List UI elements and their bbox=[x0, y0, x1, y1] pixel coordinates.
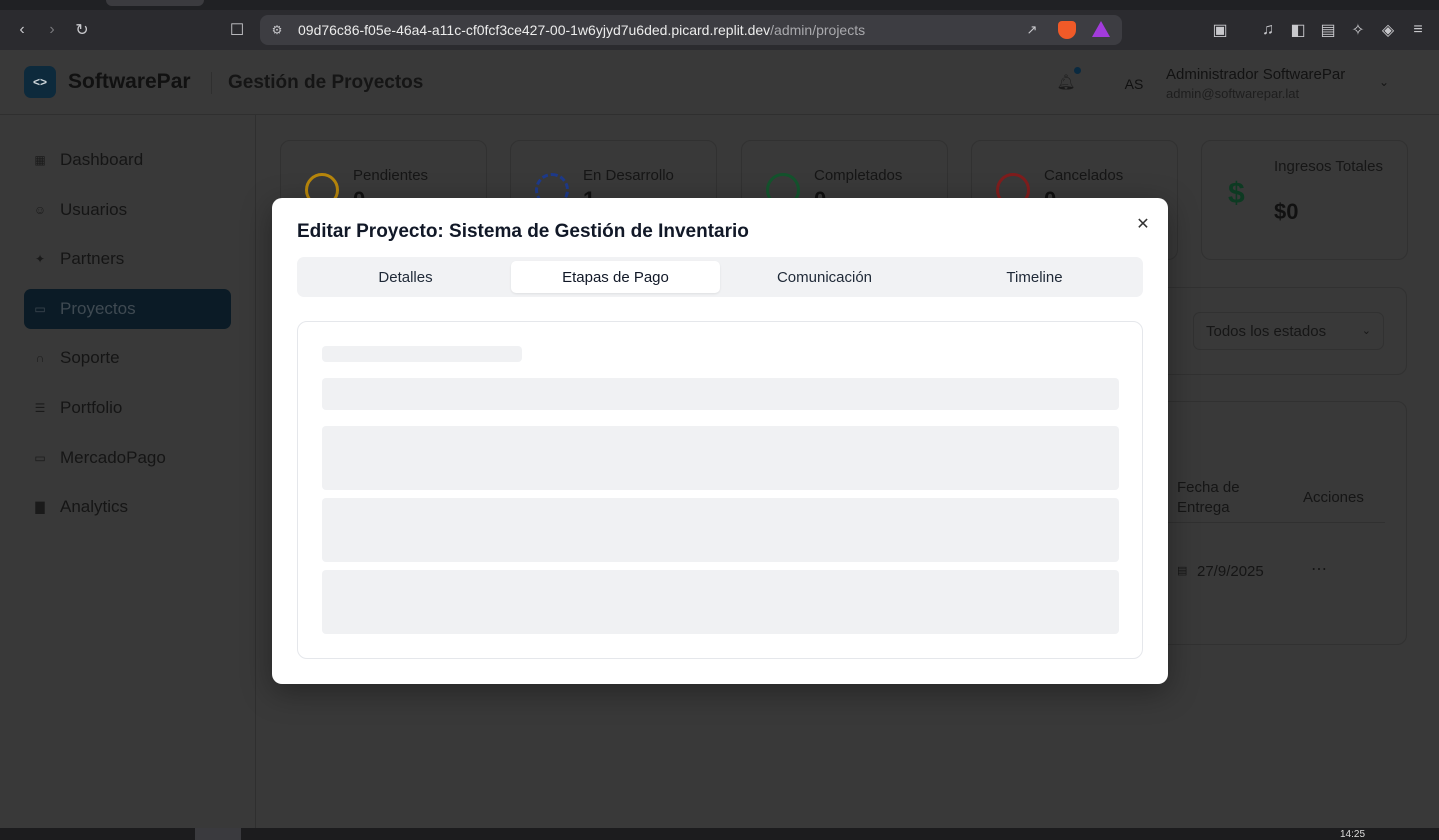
app-header: <> SoftwarePar Gestión de Proyectos 🔔︎ A… bbox=[0, 50, 1439, 115]
credit-card-icon: ▭ bbox=[34, 451, 46, 465]
sidebar-item-proyectos[interactable]: ▭ Proyectos bbox=[24, 289, 231, 329]
skeleton-block bbox=[322, 498, 1119, 562]
sidebar-item-label: Portfolio bbox=[60, 398, 123, 417]
wallet-icon[interactable]: ▤ bbox=[1316, 18, 1340, 42]
dollar-icon: $ bbox=[1228, 177, 1245, 210]
page-title: Gestión de Proyectos bbox=[228, 72, 424, 93]
sidebar-item-analytics[interactable]: ▇ Analytics bbox=[24, 487, 231, 527]
bookmark-icon[interactable]: ☐ bbox=[225, 18, 249, 42]
sidebar-icon[interactable]: ◧ bbox=[1286, 18, 1310, 42]
header-divider bbox=[211, 72, 212, 94]
skeleton-block bbox=[322, 570, 1119, 634]
notification-dot bbox=[1074, 67, 1081, 74]
vpn-icon[interactable]: ◈ bbox=[1376, 18, 1400, 42]
dialog-title: Editar Proyecto: Sistema de Gestión de I… bbox=[297, 221, 749, 242]
media-icon[interactable]: ♫ bbox=[1256, 18, 1280, 42]
sidebar-item-usuarios[interactable]: ☺ Usuarios bbox=[24, 190, 231, 230]
chevron-down-icon: ⌄ bbox=[1361, 325, 1371, 337]
browser-taskbar-icon[interactable] bbox=[195, 828, 241, 840]
payment-stages-panel bbox=[297, 321, 1143, 659]
skeleton-title bbox=[322, 346, 522, 362]
close-icon[interactable]: ✕ bbox=[1134, 215, 1152, 233]
reload-icon[interactable]: ↻ bbox=[70, 18, 94, 42]
back-icon[interactable]: ‹ bbox=[10, 18, 34, 42]
logo-icon[interactable]: <> bbox=[24, 66, 56, 98]
users-icon: ☺ bbox=[33, 203, 47, 217]
brave-rewards-icon[interactable] bbox=[1092, 21, 1110, 37]
user-email: admin@softwarepar.lat bbox=[1166, 86, 1300, 101]
browser-tab-strip bbox=[0, 0, 1439, 10]
sidebar-item-label: Analytics bbox=[60, 497, 129, 516]
stat-card-ingresos: $ Ingresos Totales $0 bbox=[1201, 140, 1408, 260]
skeleton-row bbox=[322, 378, 1119, 410]
reader-mode-icon[interactable]: ▣ bbox=[1208, 18, 1232, 42]
sidebar-item-label: MercadoPago bbox=[60, 448, 166, 467]
tab-detalles[interactable]: Detalles bbox=[301, 261, 510, 293]
more-actions-icon[interactable]: ⋯ bbox=[1311, 559, 1328, 579]
stat-label: Completados bbox=[814, 167, 903, 184]
forward-icon[interactable]: › bbox=[40, 18, 64, 42]
sidebar-item-mercadopago[interactable]: ▭ MercadoPago bbox=[24, 438, 231, 478]
calendar-icon: ▤ bbox=[1177, 565, 1188, 577]
document-icon: ☰ bbox=[34, 401, 46, 415]
dialog-tabs: Detalles Etapas de Pago Comunicación Tim… bbox=[297, 257, 1143, 297]
chevron-down-icon[interactable]: ⌄ bbox=[1376, 74, 1392, 90]
sidebar-item-label: Soporte bbox=[60, 348, 120, 367]
sidebar-item-label: Proyectos bbox=[60, 299, 136, 318]
stat-label: Ingresos Totales bbox=[1274, 158, 1383, 175]
brand-name: SoftwarePar bbox=[68, 70, 191, 93]
handshake-icon: ✦ bbox=[34, 252, 46, 266]
delivery-date-cell: 27/9/2025 bbox=[1197, 563, 1264, 580]
status-filter-value: Todos los estados bbox=[1206, 323, 1327, 340]
menu-icon[interactable]: ≡ bbox=[1406, 18, 1430, 42]
stat-label: Cancelados bbox=[1044, 167, 1124, 184]
sidebar-item-portfolio[interactable]: ☰ Portfolio bbox=[24, 388, 231, 428]
bar-chart-icon: ▇ bbox=[35, 500, 45, 514]
brave-shields-icon[interactable] bbox=[1058, 21, 1076, 39]
status-filter-select[interactable]: Todos los estados ⌄ bbox=[1193, 312, 1384, 350]
url-text[interactable]: 09d76c86-f05e-46a4-a11c-cf0fcf3ce427-00-… bbox=[298, 22, 865, 38]
leo-ai-icon[interactable]: ✧ bbox=[1346, 18, 1370, 42]
folder-icon: ▭ bbox=[34, 302, 46, 316]
browser-active-tab[interactable] bbox=[106, 0, 204, 6]
share-icon[interactable]: ↗ bbox=[1022, 20, 1042, 40]
site-info-icon[interactable]: ⚙ bbox=[268, 21, 286, 39]
sidebar-item-soporte[interactable]: ∩ Soporte bbox=[24, 338, 231, 378]
address-bar[interactable]: ⚙ 09d76c86-f05e-46a4-a11c-cf0fcf3ce427-0… bbox=[260, 15, 1122, 45]
sidebar-item-dashboard[interactable]: ▦ Dashboard bbox=[24, 140, 231, 180]
edit-project-dialog: Editar Proyecto: Sistema de Gestión de I… bbox=[272, 198, 1168, 684]
tab-comunicacion[interactable]: Comunicación bbox=[720, 261, 929, 293]
avatar[interactable]: AS bbox=[1120, 72, 1148, 96]
sidebar-item-label: Usuarios bbox=[60, 200, 128, 219]
tab-timeline[interactable]: Timeline bbox=[930, 261, 1139, 293]
skeleton-block bbox=[322, 426, 1119, 490]
sidebar-item-partners[interactable]: ✦ Partners bbox=[24, 239, 231, 279]
sidebar-item-label: Partners bbox=[60, 249, 125, 268]
sidebar: ▦ Dashboard ☺ Usuarios ✦ Partners ▭ Proy… bbox=[0, 115, 256, 828]
stat-label: En Desarrollo bbox=[583, 167, 674, 184]
user-name[interactable]: Administrador SoftwarePar bbox=[1166, 66, 1345, 83]
browser-toolbar: ‹ › ↻ ☐ ⚙ 09d76c86-f05e-46a4-a11c-cf0fcf… bbox=[0, 10, 1439, 50]
clock-time: 14:25 bbox=[1340, 829, 1366, 840]
stat-value: $0 bbox=[1274, 199, 1299, 224]
headset-icon: ∩ bbox=[35, 351, 45, 365]
os-taskbar: 14:25 bbox=[0, 828, 1439, 840]
stat-label: Pendientes bbox=[353, 167, 429, 184]
sidebar-item-label: Dashboard bbox=[60, 150, 144, 169]
column-header-delivery-date[interactable]: Fecha de Entrega bbox=[1177, 478, 1277, 518]
tab-etapas-de-pago[interactable]: Etapas de Pago bbox=[511, 261, 720, 293]
bell-icon[interactable]: 🔔︎ bbox=[1056, 72, 1076, 92]
dashboard-icon: ▦ bbox=[34, 153, 46, 167]
column-header-actions: Acciones bbox=[1303, 489, 1364, 506]
